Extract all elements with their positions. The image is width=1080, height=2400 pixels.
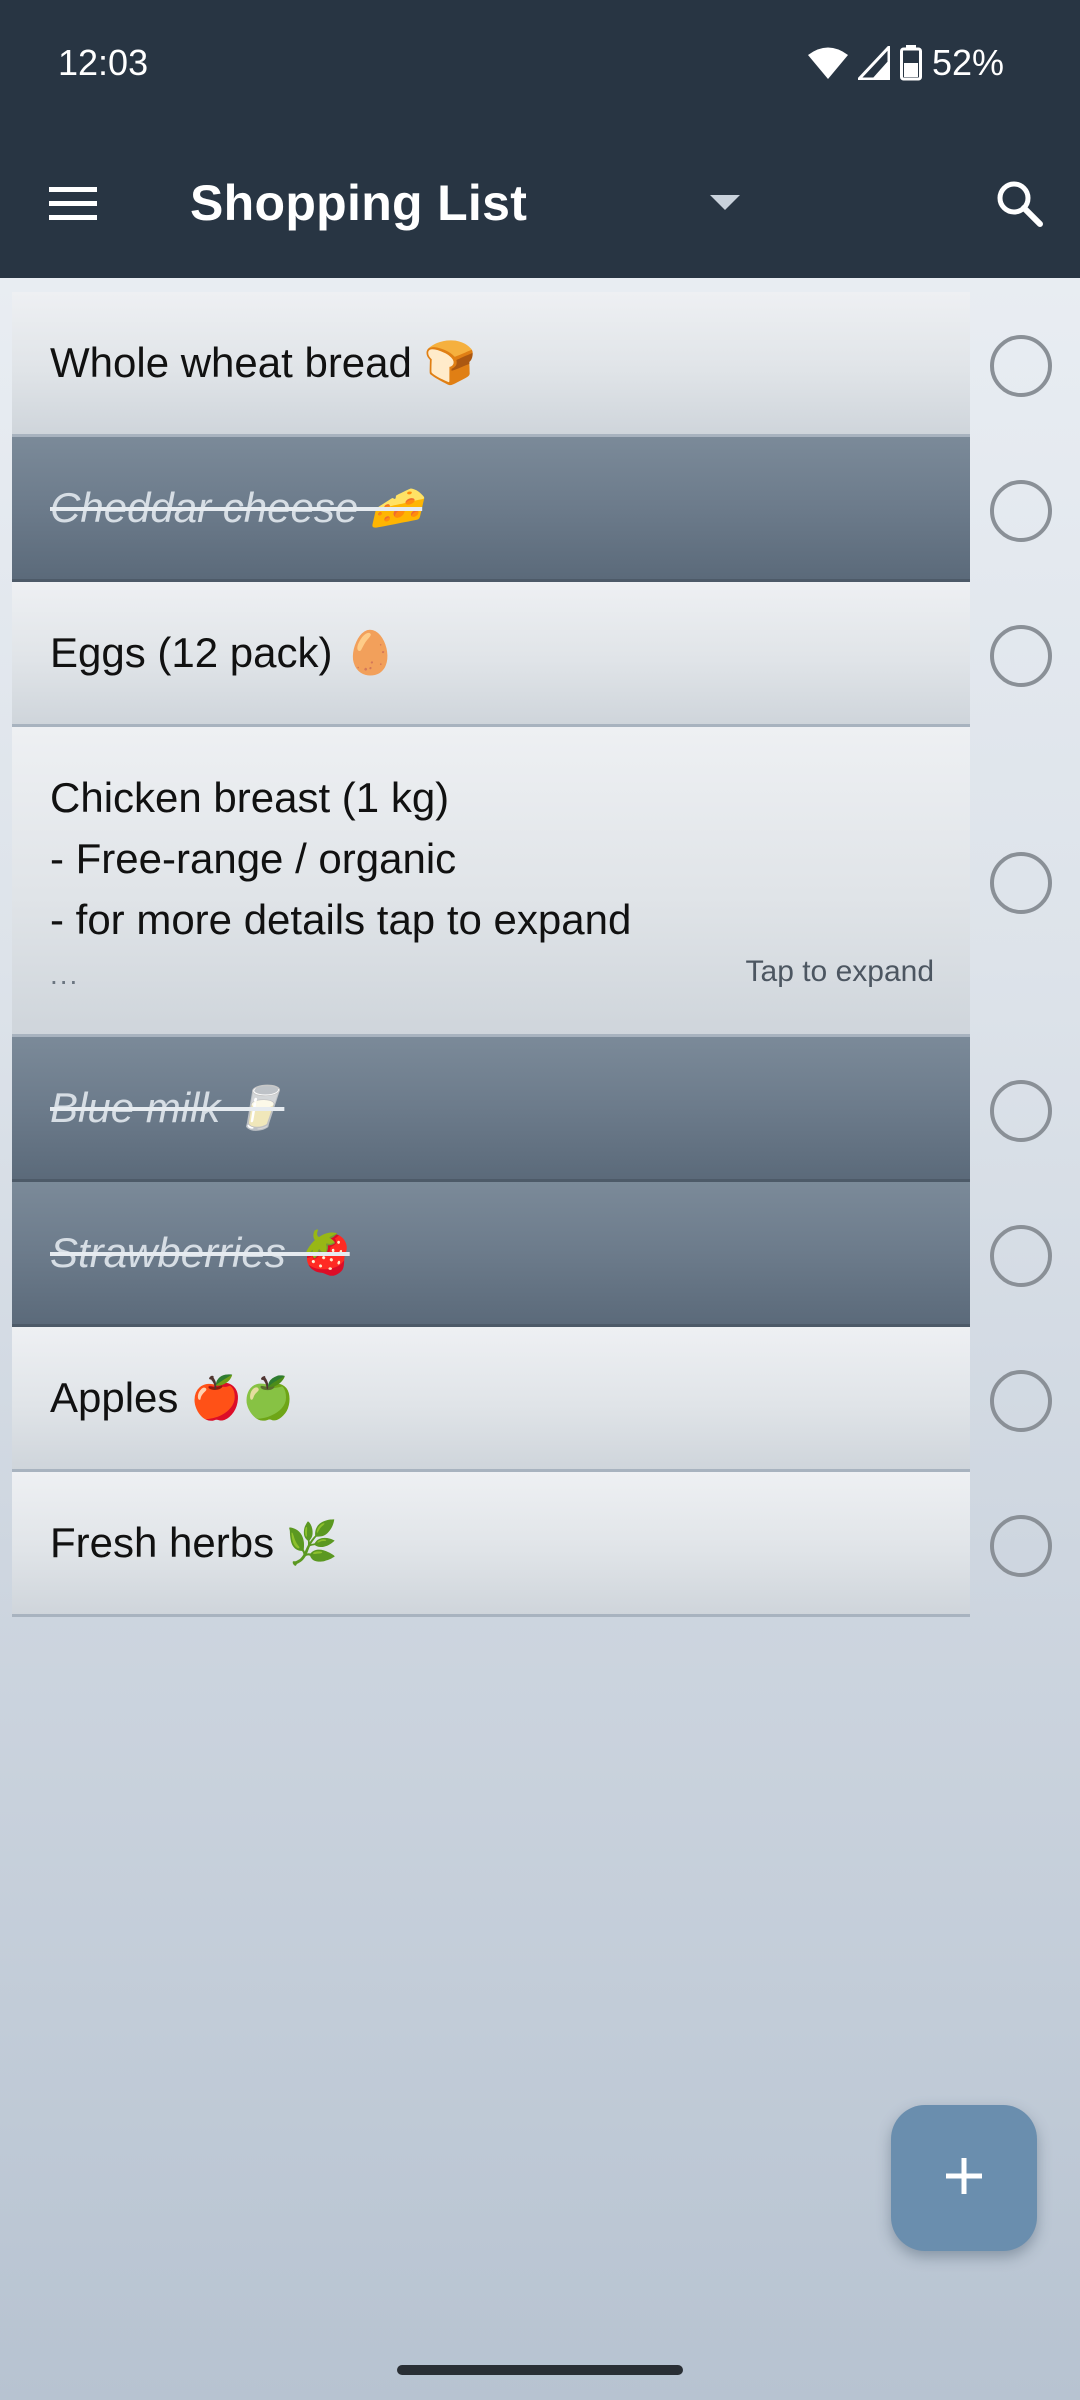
item-checkbox[interactable] xyxy=(990,852,1052,914)
status-time: 12:03 xyxy=(58,42,149,83)
wifi-icon xyxy=(807,46,848,80)
search-button[interactable] xyxy=(976,162,1062,248)
search-icon xyxy=(995,179,1043,232)
item-label: Eggs (12 pack) 🥚 xyxy=(50,629,397,676)
home-indicator[interactable] xyxy=(397,2365,683,2375)
item-label: Apples 🍎🍏 xyxy=(50,1374,295,1421)
item-checkbox[interactable] xyxy=(990,1369,1052,1432)
menu-button[interactable] xyxy=(30,162,116,248)
item-checkbox[interactable] xyxy=(990,1079,1052,1142)
item-checkbox[interactable] xyxy=(990,479,1052,542)
battery-icon xyxy=(899,45,922,81)
item-checkbox[interactable] xyxy=(990,624,1052,687)
status-icons: 52% xyxy=(807,42,1004,84)
item-label-multiline: Chicken breast (1 kg) - Free-range / org… xyxy=(50,767,631,950)
item-label: Strawberries 🍓 xyxy=(50,1229,350,1276)
list-dropdown-button[interactable] xyxy=(690,170,760,240)
add-icon xyxy=(942,2154,986,2203)
add-item-button[interactable] xyxy=(891,2105,1037,2251)
battery-percent: 52% xyxy=(931,42,1004,83)
app-bar: Shopping List xyxy=(0,130,1080,278)
item-checkbox[interactable] xyxy=(990,1224,1052,1287)
item-checkboxes xyxy=(970,292,1080,1617)
item-line: - for more details tap to expand xyxy=(50,896,632,943)
shopping-list: Whole wheat bread 🍞 Cheddar cheese 🧀 Egg… xyxy=(12,292,970,1617)
list-item[interactable]: Eggs (12 pack) 🥚 xyxy=(12,582,970,727)
item-label: Whole wheat bread 🍞 xyxy=(50,339,476,386)
hamburger-menu-icon xyxy=(49,185,97,226)
list-item-completed[interactable]: Cheddar cheese 🧀 xyxy=(12,437,970,582)
truncation-ellipsis: ... xyxy=(50,959,80,990)
page-title: Shopping List xyxy=(190,175,528,231)
list-item[interactable]: Apples 🍎🍏 xyxy=(12,1327,970,1472)
item-label: Blue milk 🥛 xyxy=(50,1084,285,1131)
tap-to-expand-hint[interactable]: Tap to expand xyxy=(746,955,934,989)
item-label: Cheddar cheese 🧀 xyxy=(50,484,423,531)
item-line: Chicken breast (1 kg) xyxy=(50,774,450,821)
item-label: Fresh herbs 🌿 xyxy=(50,1519,339,1566)
list-item-completed[interactable]: Strawberries 🍓 xyxy=(12,1182,970,1327)
list-item[interactable]: Fresh herbs 🌿 xyxy=(12,1472,970,1617)
dropdown-arrow-icon xyxy=(710,194,740,216)
list-item-expandable[interactable]: Chicken breast (1 kg) - Free-range / org… xyxy=(12,727,970,1037)
status-bar: 12:03 52% xyxy=(0,0,1080,130)
item-checkbox[interactable] xyxy=(990,1514,1052,1577)
item-checkbox[interactable] xyxy=(990,334,1052,397)
list-item[interactable]: Whole wheat bread 🍞 xyxy=(12,292,970,437)
cell-signal-icon xyxy=(857,46,890,80)
item-line: - Free-range / organic xyxy=(50,835,457,882)
list-item-completed[interactable]: Blue milk 🥛 xyxy=(12,1037,970,1182)
